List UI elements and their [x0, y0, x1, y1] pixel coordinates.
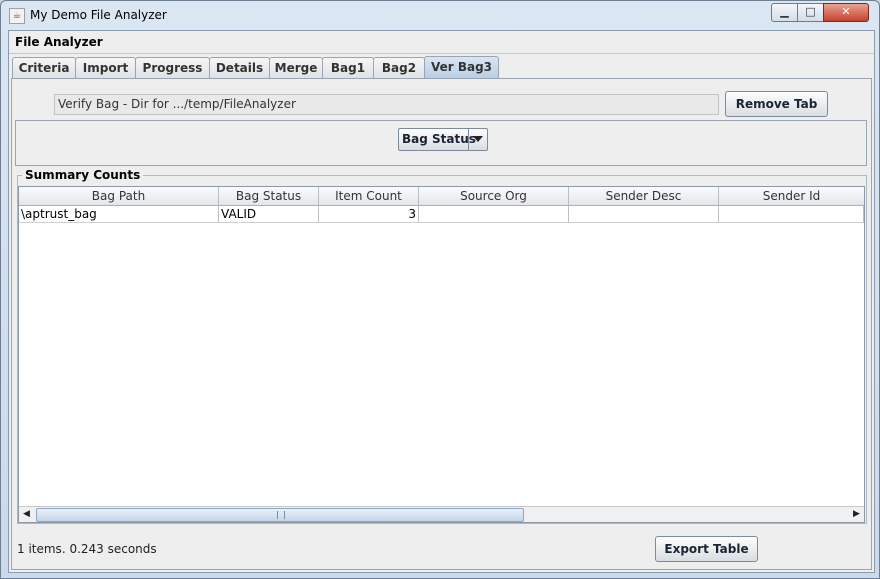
col-sender-id[interactable]: Sender Id [719, 187, 864, 205]
cell-item-count[interactable]: 3 [319, 206, 419, 222]
ver-bag3-panel: Verify Bag - Dir for .../temp/FileAnalyz… [11, 78, 872, 570]
tab-bag2[interactable]: Bag2 [373, 57, 425, 78]
window-title: My Demo File Analyzer [30, 8, 167, 22]
cell-sender-id[interactable] [719, 206, 864, 222]
scroll-thumb[interactable] [36, 508, 524, 522]
cell-source-org[interactable] [419, 206, 569, 222]
tab-details[interactable]: Details [209, 57, 270, 78]
cell-sender-desc[interactable] [569, 206, 719, 222]
java-app-icon: ☕ [9, 8, 25, 24]
horizontal-scrollbar[interactable]: ◀ ▶ [19, 506, 864, 522]
combo-value: Bag Status [402, 132, 476, 146]
status-filter-box: Bag Status [15, 120, 867, 166]
col-bag-status[interactable]: Bag Status [219, 187, 319, 205]
tab-merge[interactable]: Merge [269, 57, 323, 78]
remove-tab-button[interactable]: Remove Tab [725, 91, 828, 117]
client-area: File Analyzer Criteria Import Progress D… [8, 30, 875, 573]
maximize-button[interactable]: □ [797, 3, 824, 22]
col-item-count[interactable]: Item Count [319, 187, 419, 205]
summary-table: Bag Path Bag Status Item Count Source Or… [18, 186, 865, 523]
tab-bag1[interactable]: Bag1 [322, 57, 374, 78]
table-row[interactable]: \aptrust_bag VALID 3 [19, 206, 864, 223]
cell-bag-path[interactable]: \aptrust_bag [19, 206, 219, 222]
table-header: Bag Path Bag Status Item Count Source Or… [19, 187, 864, 206]
scroll-left-icon[interactable]: ◀ [19, 507, 34, 522]
tab-progress[interactable]: Progress [135, 57, 210, 78]
close-button[interactable]: ✕ [823, 3, 869, 22]
summary-legend: Summary Counts [22, 168, 144, 182]
bag-status-combo[interactable]: Bag Status [398, 128, 488, 151]
export-table-button[interactable]: Export Table [655, 536, 758, 562]
minimize-button[interactable]: ▁ [771, 3, 798, 22]
summary-counts-group: Summary Counts Bag Path Bag Status Item … [17, 168, 867, 524]
col-source-org[interactable]: Source Org [419, 187, 569, 205]
tab-criteria[interactable]: Criteria [12, 57, 76, 78]
col-bag-path[interactable]: Bag Path [19, 187, 219, 205]
chevron-down-icon [473, 136, 483, 142]
tab-import[interactable]: Import [75, 57, 136, 78]
grip-icon [277, 511, 285, 519]
divider [9, 53, 874, 54]
title-bar[interactable]: ☕ My Demo File Analyzer ▁ □ ✕ [1, 1, 879, 29]
app-window: ☕ My Demo File Analyzer ▁ □ ✕ File Analy… [0, 0, 880, 579]
scroll-right-icon[interactable]: ▶ [849, 507, 864, 522]
tab-ver-bag3[interactable]: Ver Bag3 [424, 56, 499, 79]
bag-dir-info: Verify Bag - Dir for .../temp/FileAnalyz… [54, 94, 719, 115]
col-sender-desc[interactable]: Sender Desc [569, 187, 719, 205]
app-label: File Analyzer [15, 35, 103, 49]
combo-arrow[interactable] [468, 129, 487, 150]
status-message: 1 items. 0.243 seconds [17, 542, 157, 556]
cell-bag-status[interactable]: VALID [219, 206, 319, 222]
